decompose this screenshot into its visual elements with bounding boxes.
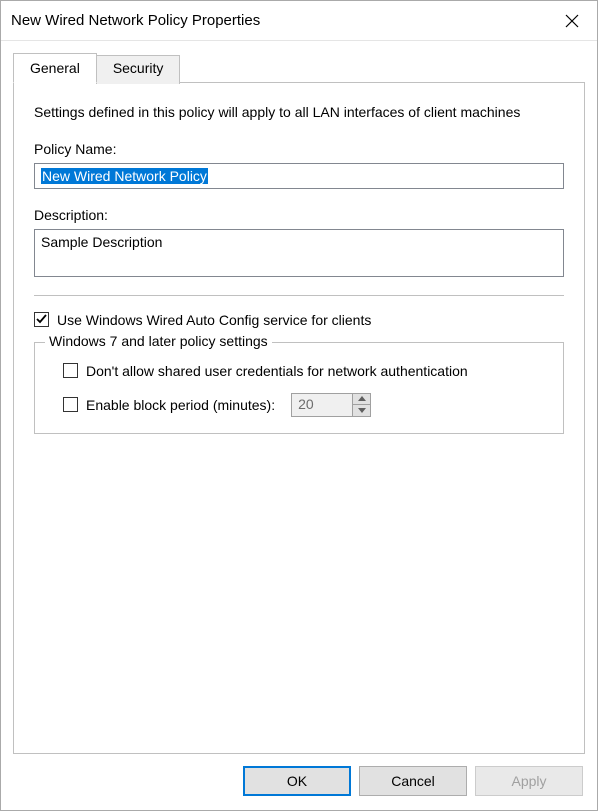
cancel-button[interactable]: Cancel bbox=[359, 766, 467, 796]
use-auto-config-checkbox[interactable] bbox=[34, 312, 49, 327]
dont-allow-shared-label: Don't allow shared user credentials for … bbox=[86, 363, 468, 379]
dont-allow-shared-row[interactable]: Don't allow shared user credentials for … bbox=[63, 363, 543, 379]
enable-block-period-row: Enable block period (minutes): 20 bbox=[63, 393, 543, 417]
apply-button-label: Apply bbox=[511, 773, 546, 789]
tab-general-label: General bbox=[30, 60, 80, 76]
tab-general[interactable]: General bbox=[13, 53, 97, 83]
tab-security[interactable]: Security bbox=[96, 55, 181, 84]
properties-dialog: New Wired Network Policy Properties Gene… bbox=[0, 0, 598, 811]
chevron-down-icon bbox=[358, 408, 366, 413]
enable-block-period-label: Enable block period (minutes): bbox=[86, 397, 275, 413]
tab-panel-general: Settings defined in this policy will app… bbox=[13, 82, 585, 754]
policy-name-input[interactable]: New Wired Network Policy bbox=[34, 163, 564, 189]
tab-strip: General Security bbox=[13, 53, 585, 82]
window-title: New Wired Network Policy Properties bbox=[11, 12, 260, 29]
spinner-up-button[interactable] bbox=[353, 394, 370, 406]
use-auto-config-label: Use Windows Wired Auto Config service fo… bbox=[57, 312, 371, 328]
win7-policy-group: Windows 7 and later policy settings Don'… bbox=[34, 342, 564, 434]
titlebar: New Wired Network Policy Properties bbox=[1, 1, 597, 41]
dialog-content: General Security Settings defined in thi… bbox=[1, 41, 597, 754]
ok-button[interactable]: OK bbox=[243, 766, 351, 796]
divider bbox=[34, 295, 564, 296]
cancel-button-label: Cancel bbox=[391, 773, 435, 789]
policy-name-value: New Wired Network Policy bbox=[41, 168, 208, 184]
close-icon bbox=[565, 14, 579, 28]
win7-policy-legend: Windows 7 and later policy settings bbox=[45, 333, 272, 349]
spinner-down-button[interactable] bbox=[353, 405, 370, 416]
spinner-buttons bbox=[352, 394, 370, 416]
description-input[interactable]: Sample Description bbox=[34, 229, 564, 277]
description-value: Sample Description bbox=[41, 234, 162, 250]
ok-button-label: OK bbox=[287, 773, 307, 789]
tab-security-label: Security bbox=[113, 60, 164, 76]
checkmark-icon bbox=[36, 314, 47, 325]
close-button[interactable] bbox=[549, 5, 595, 37]
block-period-value[interactable]: 20 bbox=[292, 394, 352, 416]
enable-block-period-checkbox[interactable] bbox=[63, 397, 78, 412]
use-auto-config-row[interactable]: Use Windows Wired Auto Config service fo… bbox=[34, 312, 564, 328]
apply-button: Apply bbox=[475, 766, 583, 796]
description-label: Description: bbox=[34, 207, 564, 223]
policy-name-group: Policy Name: New Wired Network Policy bbox=[34, 141, 564, 189]
dont-allow-shared-checkbox[interactable] bbox=[63, 363, 78, 378]
block-period-spinner[interactable]: 20 bbox=[291, 393, 371, 417]
intro-text: Settings defined in this policy will app… bbox=[34, 103, 564, 123]
dialog-button-row: OK Cancel Apply bbox=[1, 754, 597, 810]
policy-name-label: Policy Name: bbox=[34, 141, 564, 157]
description-group: Description: Sample Description bbox=[34, 207, 564, 277]
chevron-up-icon bbox=[358, 396, 366, 401]
